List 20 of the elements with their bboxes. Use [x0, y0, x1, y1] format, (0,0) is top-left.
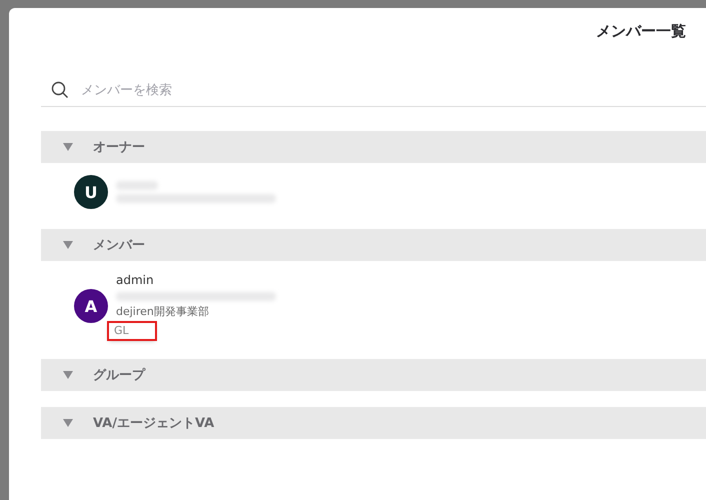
search-icon: [51, 81, 69, 99]
section-header[interactable]: オーナー: [41, 131, 706, 163]
member-name: admin: [116, 273, 155, 288]
member-department: dejiren開発事業部: [116, 305, 210, 319]
section-title: オーナー: [93, 139, 145, 156]
section-header[interactable]: グループ: [41, 359, 706, 391]
section-header[interactable]: メンバー: [41, 229, 706, 261]
section-title: グループ: [93, 366, 145, 384]
member-role: GL: [109, 323, 155, 339]
search-field[interactable]: メンバーを検索: [79, 82, 706, 98]
caret-icon: [63, 419, 73, 427]
user-avatar: U: [74, 175, 108, 209]
dialog-title: メンバー一覧: [595, 21, 687, 42]
caret-icon: [63, 143, 73, 151]
user-avatar: A: [74, 289, 108, 323]
caret-icon: [63, 241, 73, 249]
caret-icon: [63, 371, 73, 379]
section-title: メンバー: [93, 237, 145, 254]
section-title: VA/エージェントVA: [93, 415, 214, 432]
section-header[interactable]: VA/エージェントVA: [41, 407, 706, 439]
